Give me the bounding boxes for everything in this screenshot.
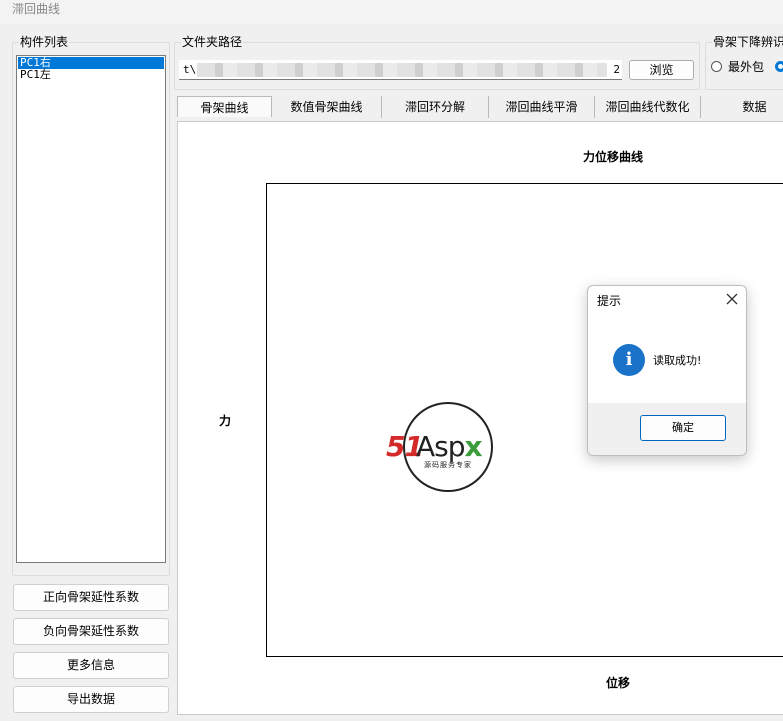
tab-skeleton-curve[interactable]: 骨架曲线 (177, 96, 272, 117)
folder-path-tail: 2 (613, 63, 620, 76)
second-option-radio[interactable] (775, 61, 783, 72)
outer-envelope-label: 最外包 (728, 60, 765, 74)
outer-envelope-radio[interactable] (711, 61, 722, 72)
folder-path-input[interactable]: t\ 2 (179, 60, 622, 80)
chart-x-axis-label: 位移 (606, 676, 631, 690)
tab-hysteresis-smoothing[interactable]: 滞回曲线平滑 (489, 96, 595, 118)
export-data-button[interactable]: 导出数据 (13, 686, 169, 713)
tab-strip: 骨架曲线 数值骨架曲线 滞回环分解 滞回曲线平滑 滞回曲线代数化 数据 (176, 96, 783, 118)
redacted-path-blur (197, 63, 607, 77)
window-title-bar: 滞回曲线 (0, 0, 783, 24)
skeleton-descent-label: 骨架下降辨识 (712, 34, 783, 50)
list-item[interactable]: PC1左 (18, 69, 164, 81)
folder-path-value: t\ (183, 63, 197, 76)
positive-ductility-button[interactable]: 正向骨架延性系数 (13, 584, 169, 611)
component-list-label: 构件列表 (19, 34, 70, 50)
dialog-message: 读取成功! (653, 354, 702, 367)
watermark-tagline: 源码服务专家 (424, 461, 472, 469)
dialog-title: 提示 (597, 294, 622, 308)
chart-y-axis-label: 力 (219, 414, 232, 428)
tab-hysteresis-loop-decomposition[interactable]: 滞回环分解 (382, 96, 489, 118)
tab-hysteresis-algebraic[interactable]: 滞回曲线代数化 (595, 96, 701, 118)
browse-button[interactable]: 浏览 (629, 60, 694, 80)
window-title: 滞回曲线 (12, 2, 61, 16)
watermark-logo: 51 Aspx 源码服务专家 (386, 402, 512, 494)
component-listbox[interactable]: PC1右 PC1左 (16, 55, 166, 563)
close-icon[interactable] (724, 291, 740, 307)
chart-title: 力位移曲线 (583, 150, 644, 164)
negative-ductility-button[interactable]: 负向骨架延性系数 (13, 618, 169, 645)
tab-numeric-skeleton-curve[interactable]: 数值骨架曲线 (272, 96, 382, 118)
dialog-footer: 确定 (588, 403, 746, 455)
watermark-brand-aspx: Aspx (416, 430, 483, 463)
info-icon: i (613, 344, 645, 376)
message-dialog: 提示 i 读取成功! 确定 (587, 285, 747, 456)
more-info-button[interactable]: 更多信息 (13, 652, 169, 679)
ok-button[interactable]: 确定 (640, 415, 726, 441)
tab-data[interactable]: 数据 (701, 96, 783, 118)
folder-path-label: 文件夹路径 (181, 34, 244, 50)
